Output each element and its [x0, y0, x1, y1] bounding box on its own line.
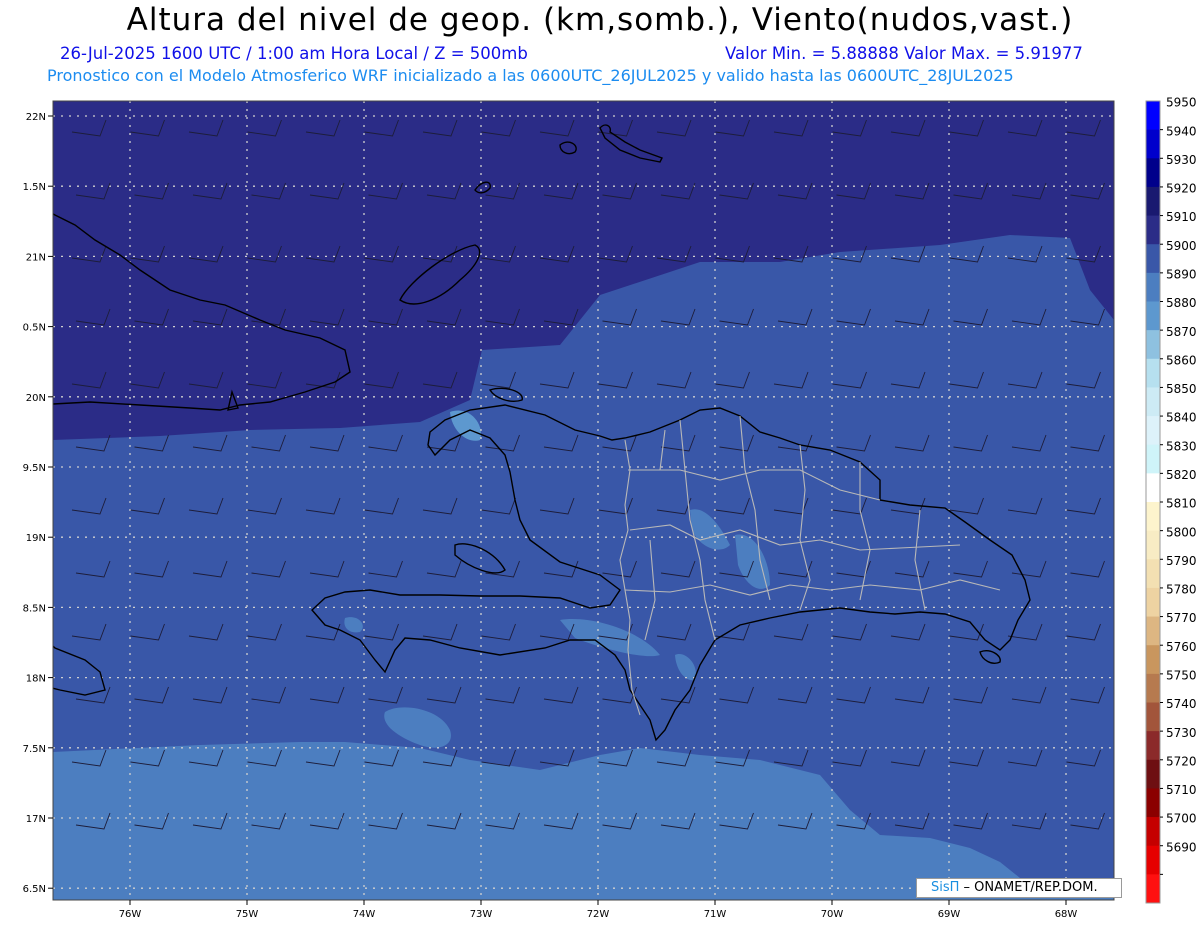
colorbar-label: 5820 [1166, 468, 1197, 482]
colorbar-label: 5710 [1166, 783, 1197, 797]
colorbar-label: 5760 [1166, 640, 1197, 654]
lon-label: 70W [821, 909, 844, 920]
colorbar-label: 5880 [1166, 296, 1197, 310]
colorbar: 5950 5940 5930 5920 5910 5900 5890 5880 5870 5860… [1145, 96, 1197, 904]
lon-label: 69W [938, 909, 961, 920]
colorbar-label: 5940 [1166, 124, 1197, 138]
colorbar-swatch [1146, 473, 1160, 503]
lat-label: 0.5N [23, 323, 46, 334]
colorbar-swatch [1146, 272, 1160, 302]
colorbar-swatch [1146, 759, 1160, 789]
credit-text: – ONAMET/REP.DOM. [959, 880, 1098, 895]
sispi-logo: SisΠ [931, 880, 960, 895]
colorbar-label: 5870 [1166, 325, 1197, 339]
colorbar-label: 5890 [1166, 268, 1197, 282]
longitude-axis: 76W 75W 74W 73W 72W 71W 70W 69W 68W [119, 900, 1078, 920]
lat-label: 17N [26, 814, 46, 825]
colorbar-label: 5790 [1166, 554, 1197, 568]
colorbar-label: 5930 [1166, 153, 1197, 167]
lon-label: 74W [353, 909, 376, 920]
colorbar-label: 5800 [1166, 525, 1197, 539]
colorbar-swatch [1146, 387, 1160, 417]
lat-label: 21N [26, 252, 46, 263]
colorbar-swatch [1146, 616, 1160, 646]
colorbar-swatch [1146, 530, 1160, 560]
colorbar-label: 5720 [1166, 754, 1197, 768]
geopotential-field [53, 101, 1114, 900]
lat-label: 18N [26, 674, 46, 685]
colorbar-swatch [1146, 101, 1160, 131]
colorbar-swatch [1146, 358, 1160, 388]
colorbar-label: 5750 [1166, 669, 1197, 683]
colorbar-swatch [1146, 444, 1160, 474]
lon-label: 71W [704, 909, 727, 920]
colorbar-swatch [1146, 244, 1160, 274]
lon-label: 75W [236, 909, 259, 920]
colorbar-label: 5690 [1166, 840, 1197, 854]
colorbar-label: 5740 [1166, 697, 1197, 711]
lat-label: 9.5N [23, 463, 46, 474]
colorbar-label: 5730 [1166, 726, 1197, 740]
colorbar-swatch [1146, 559, 1160, 589]
colorbar-label: 5910 [1166, 210, 1197, 224]
lat-label: 8.5N [23, 603, 46, 614]
colorbar-label: 5840 [1166, 411, 1197, 425]
colorbar-label: 5900 [1166, 239, 1197, 253]
colorbar-label: 5920 [1166, 182, 1197, 196]
colorbar-swatch [1146, 158, 1160, 188]
colorbar-swatch [1146, 129, 1160, 159]
colorbar-swatch [1146, 673, 1160, 703]
colorbar-swatch [1146, 301, 1160, 331]
lon-label: 68W [1055, 909, 1078, 920]
colorbar-swatch [1146, 186, 1160, 217]
colorbar-label: 5860 [1166, 353, 1197, 367]
colorbar-label: 5810 [1166, 497, 1197, 511]
colorbar-swatch [1146, 645, 1160, 675]
colorbar-swatch [1146, 502, 1160, 532]
colorbar-swatch [1146, 731, 1160, 761]
lat-label: 6.5N [23, 884, 46, 895]
colorbar-swatch [1146, 817, 1160, 847]
lon-label: 73W [470, 909, 493, 920]
latitude-axis: 22N 1.5N 21N 0.5N 20N 9.5N 19N 8.5N 18N 7.5N 17N 6.… [23, 112, 53, 895]
colorbar-swatch [1146, 416, 1160, 446]
colorbar-label: 5780 [1166, 583, 1197, 597]
map-figure: 22N 1.5N 21N 0.5N 20N 9.5N 19N 8.5N 18N 7.5N 17N 6.… [23, 96, 1197, 920]
lat-label: 19N [26, 533, 46, 544]
colorbar-label: 5700 [1166, 812, 1197, 826]
colorbar-label: 5830 [1166, 439, 1197, 453]
lat-label: 1.5N [23, 182, 46, 193]
colorbar-swatch [1146, 330, 1160, 360]
lon-label: 76W [119, 909, 142, 920]
lon-label: 72W [587, 909, 610, 920]
colorbar-label: 5850 [1166, 382, 1197, 396]
colorbar-swatch [1146, 215, 1160, 245]
colorbar-swatch [1146, 874, 1160, 904]
colorbar-swatch [1146, 587, 1160, 618]
colorbar-swatch [1146, 788, 1160, 818]
lat-label: 20N [26, 393, 46, 404]
lat-label: 22N [26, 112, 46, 123]
colorbar-label: 5770 [1166, 611, 1197, 625]
credit-box: SisΠ – ONAMET/REP.DOM. [916, 878, 1122, 898]
colorbar-label: 5950 [1166, 96, 1197, 110]
lat-label: 7.5N [23, 744, 46, 755]
colorbar-swatch [1146, 702, 1160, 732]
colorbar-swatch [1146, 845, 1160, 875]
